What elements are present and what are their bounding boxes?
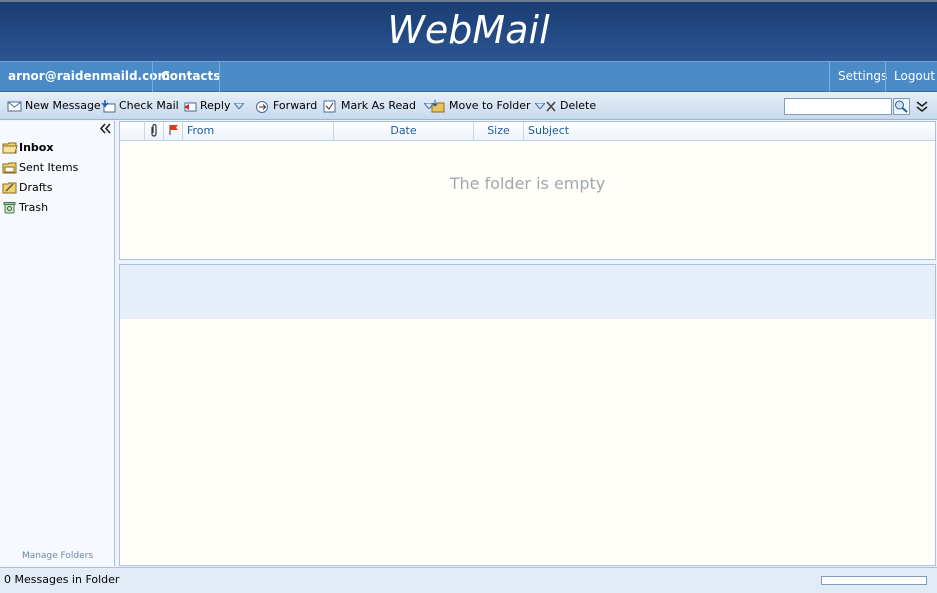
toolbar: New Message Check Mail Reply Forward Mar… (0, 93, 937, 120)
forward-label: Forward (273, 99, 318, 112)
folder-item-inbox[interactable]: Inbox (2, 139, 53, 156)
folder-label: Sent Items (19, 161, 79, 174)
check-mail-label: Check Mail (119, 99, 179, 112)
forward-button[interactable]: Forward (255, 97, 317, 115)
search-icon[interactable] (893, 98, 910, 115)
folder-item-sent-items[interactable]: Sent Items (2, 159, 78, 176)
trash-icon (3, 202, 16, 214)
folder-label: Drafts (19, 181, 53, 194)
app-header: WebMail (0, 0, 937, 61)
column-size[interactable]: Size (474, 122, 524, 140)
mark-as-read-label: Mark As Read (341, 99, 417, 112)
message-preview-pane (119, 264, 936, 566)
reply-icon (182, 100, 197, 113)
column-attachment[interactable] (145, 122, 164, 140)
move-to-folder-button[interactable]: Move to Folder (431, 97, 546, 115)
move-to-folder-dropdown-icon[interactable] (533, 97, 546, 115)
delete-x-icon (545, 100, 557, 113)
mark-as-read-button[interactable]: Mark As Read (323, 97, 436, 115)
logout-link[interactable]: Logout (886, 62, 937, 92)
delete-button[interactable]: Delete (545, 97, 596, 115)
preview-header (120, 265, 935, 319)
forward-icon (255, 100, 270, 113)
delete-label: Delete (560, 99, 597, 112)
settings-link[interactable]: Settings (830, 62, 887, 92)
folder-item-trash[interactable]: Trash (2, 199, 48, 216)
column-from[interactable]: From (183, 122, 334, 140)
flag-icon (168, 125, 178, 135)
reply-dropdown-icon[interactable] (233, 97, 246, 115)
nav-separator (219, 62, 220, 92)
reply-button[interactable]: Reply (182, 97, 246, 115)
top-navigation: arnor@raidenmaild.com Contacts Settings … (0, 61, 937, 92)
collapse-double-chevron-icon[interactable] (99, 122, 112, 135)
new-message-label: New Message (25, 99, 101, 112)
check-mail-icon (101, 99, 116, 113)
folder-label: Trash (19, 201, 49, 214)
app-logo: WebMail (387, 8, 550, 52)
paperclip-icon (151, 123, 157, 137)
message-count-status: 0 Messages in Folder (4, 573, 120, 586)
manage-folders-link[interactable]: Manage Folders (0, 551, 115, 561)
column-select[interactable] (120, 122, 145, 140)
search-input[interactable] (784, 98, 892, 115)
drafts-folder-icon (2, 182, 17, 194)
progress-bar (821, 576, 927, 585)
checkbox-icon (323, 100, 338, 113)
new-message-button[interactable]: New Message (7, 97, 101, 115)
folder-sidebar: Inbox Sent Items Drafts Trash Manage Fol… (0, 121, 115, 566)
contacts-link[interactable]: Contacts (153, 62, 220, 92)
folder-label: Inbox (19, 141, 54, 154)
folder-item-drafts[interactable]: Drafts (2, 179, 52, 196)
move-folder-icon (431, 99, 446, 113)
inbox-folder-icon (2, 142, 18, 154)
empty-folder-message: The folder is empty (449, 174, 606, 193)
column-subject[interactable]: Subject (524, 122, 935, 140)
expand-double-chevron-icon[interactable] (915, 100, 929, 114)
column-flag[interactable] (164, 122, 183, 140)
column-date[interactable]: Date (334, 122, 474, 140)
reply-label: Reply (200, 99, 231, 112)
message-list: From Date Size Subject The folder is emp… (119, 121, 936, 260)
new-message-icon (7, 100, 22, 113)
sent-folder-icon (2, 162, 17, 174)
message-list-header: From Date Size Subject (120, 122, 935, 141)
move-to-folder-label: Move to Folder (449, 99, 531, 112)
account-link[interactable]: arnor@raidenmaild.com (0, 62, 170, 92)
check-mail-button[interactable]: Check Mail (101, 97, 179, 115)
status-bar: 0 Messages in Folder (0, 567, 937, 593)
